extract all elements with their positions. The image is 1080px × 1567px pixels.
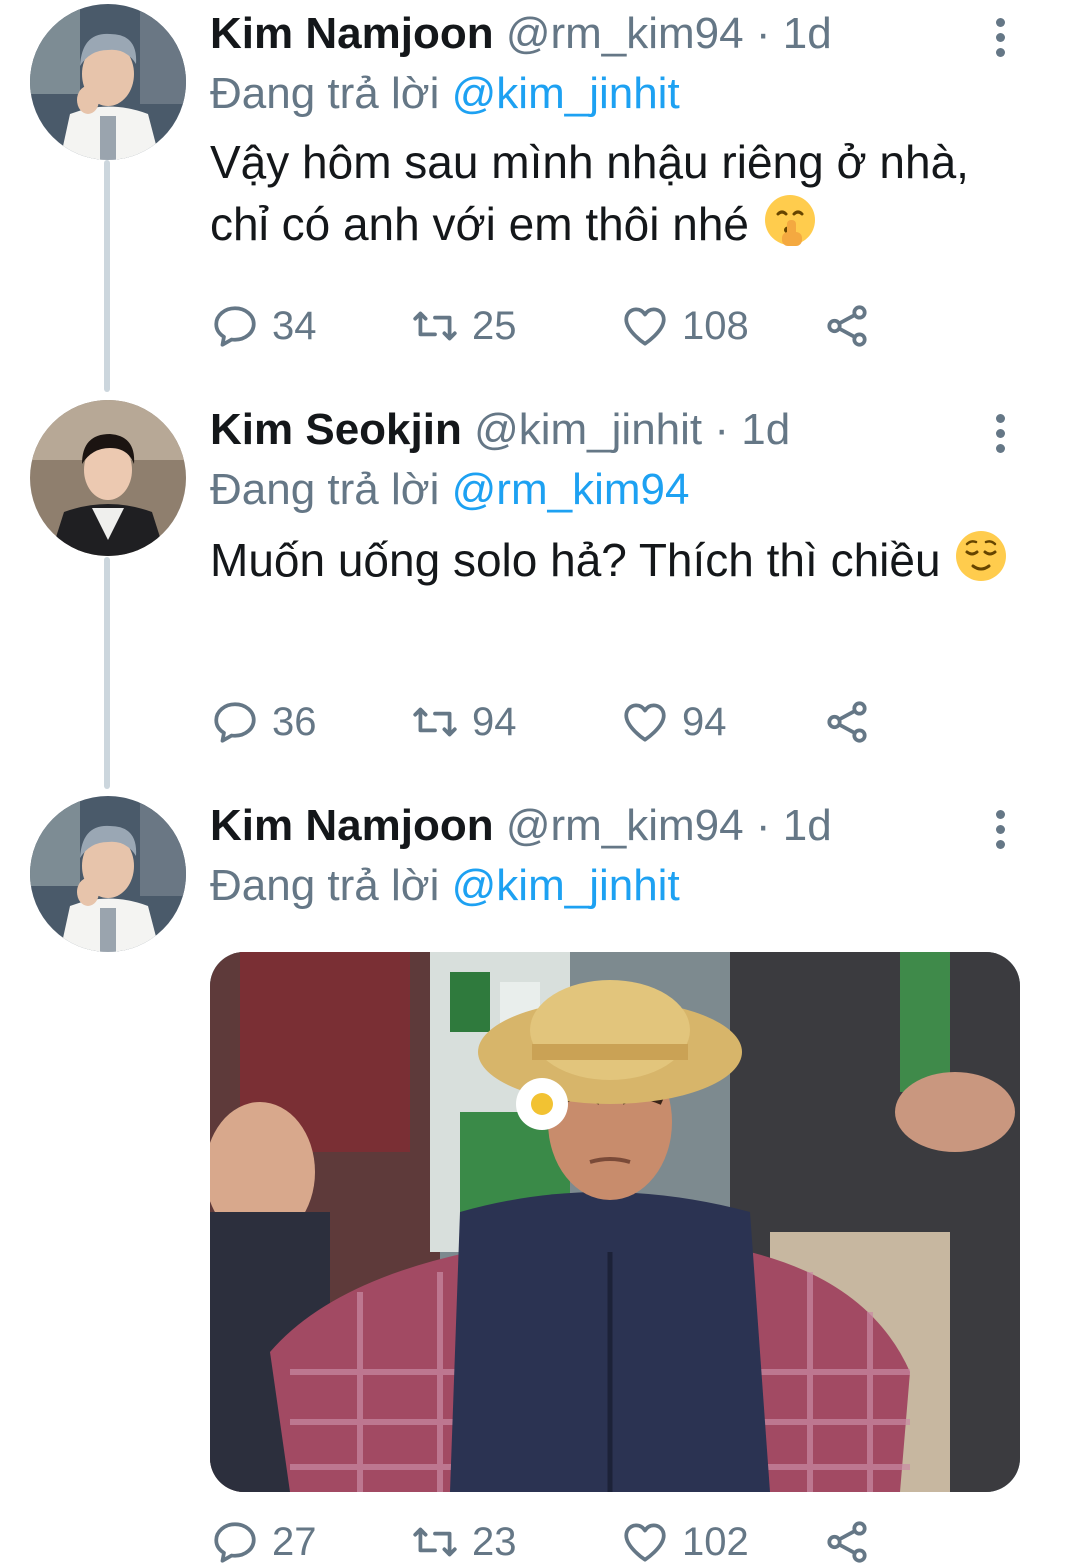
retweet-icon	[413, 707, 457, 737]
share-button[interactable]	[822, 1512, 884, 1567]
reply-count: 27	[272, 1519, 317, 1564]
share-icon	[827, 701, 867, 743]
tweet-text-body: Vậy hôm sau mình nhậu riêng ở nhà, chỉ c…	[210, 136, 969, 250]
tweet-header: Kim Seokjin @kim_jinhit · 1d	[210, 400, 1020, 460]
heart-icon	[624, 307, 666, 346]
reply-icon	[214, 306, 256, 347]
retweet-button[interactable]: 23	[410, 1512, 517, 1567]
tweet-time[interactable]: 1d	[783, 801, 832, 850]
like-button[interactable]: 102	[620, 1512, 749, 1567]
tweet[interactable]: Kim Seokjin @kim_jinhit · 1d Đang trả lờ…	[0, 400, 1080, 780]
retweet-count: 25	[472, 303, 517, 348]
reply-count: 34	[272, 303, 317, 348]
relieved-face-emoji	[956, 531, 1007, 581]
mention-link[interactable]: @kim_jinhit	[452, 69, 680, 118]
tweet-content: Kim Namjoon @rm_kim94 · 1d Đang trả lời …	[210, 796, 1020, 916]
like-button[interactable]: 108	[620, 296, 749, 356]
heart-icon	[624, 1523, 666, 1562]
avatar[interactable]	[30, 400, 186, 556]
like-count: 102	[682, 1519, 749, 1564]
avatar[interactable]	[30, 796, 186, 952]
author-name[interactable]: Kim Namjoon	[210, 9, 494, 58]
retweet-count: 94	[472, 699, 517, 744]
tweet-media-image[interactable]	[210, 952, 1020, 1492]
man-in-straw-hat-meme-photo	[210, 952, 1020, 1492]
tweet-header: Kim Namjoon @rm_kim94 · 1d	[210, 4, 1020, 64]
replying-to: Đang trả lời @rm_kim94	[210, 460, 1020, 520]
reply-button[interactable]: 27	[210, 1512, 317, 1567]
tweet-header: Kim Namjoon @rm_kim94 · 1d	[210, 796, 1020, 856]
tweet-time[interactable]: 1d	[783, 9, 832, 58]
tweet-actions: 36 94 94	[210, 692, 910, 752]
replying-to-label: Đang trả lời	[210, 69, 440, 118]
retweet-count: 23	[472, 1519, 517, 1564]
separator: ·	[755, 801, 771, 850]
heart-icon	[624, 703, 666, 742]
retweet-button[interactable]: 94	[410, 692, 517, 752]
retweet-button[interactable]: 25	[410, 296, 517, 356]
tweet-text: Vậy hôm sau mình nhậu riêng ở nhà, chỉ c…	[210, 132, 1030, 254]
author-handle[interactable]: @rm_kim94	[506, 9, 744, 58]
more-vertical-icon[interactable]	[992, 18, 1008, 58]
like-button[interactable]: 94	[620, 692, 727, 752]
shushing-face-emoji	[764, 195, 815, 246]
separator: ·	[714, 405, 730, 454]
tweet-content: Kim Namjoon @rm_kim94 · 1d Đang trả lời …	[210, 4, 1020, 254]
avatar-photo	[30, 400, 186, 556]
avatar[interactable]	[30, 4, 186, 160]
tweet-thread: Kim Namjoon @rm_kim94 · 1d Đang trả lời …	[0, 0, 1080, 1567]
share-icon	[827, 305, 867, 347]
author-handle[interactable]: @kim_jinhit	[474, 405, 702, 454]
replying-to: Đang trả lời @kim_jinhit	[210, 856, 1020, 916]
reply-count: 36	[272, 699, 317, 744]
mention-link[interactable]: @rm_kim94	[452, 465, 690, 514]
share-icon	[827, 1521, 867, 1563]
avatar-photo	[30, 4, 186, 160]
tweet[interactable]: Kim Namjoon @rm_kim94 · 1d Đang trả lời …	[0, 4, 1080, 384]
tweet-actions: 34 25 108	[210, 296, 910, 356]
mention-link[interactable]: @kim_jinhit	[452, 861, 680, 910]
like-count: 108	[682, 303, 749, 348]
author-name[interactable]: Kim Namjoon	[210, 801, 494, 850]
tweet-text-body: Muốn uống solo hả? Thích thì chiều	[210, 534, 941, 586]
like-count: 94	[682, 699, 727, 744]
reply-button[interactable]: 34	[210, 296, 317, 356]
retweet-icon	[413, 311, 457, 341]
more-vertical-icon[interactable]	[992, 810, 1008, 850]
reply-button[interactable]: 36	[210, 692, 317, 752]
share-button[interactable]	[822, 296, 884, 356]
separator: ·	[755, 9, 771, 58]
author-name[interactable]: Kim Seokjin	[210, 405, 462, 454]
retweet-icon	[413, 1527, 457, 1557]
replying-to-label: Đang trả lời	[210, 861, 440, 910]
tweet-time[interactable]: 1d	[741, 405, 790, 454]
more-vertical-icon[interactable]	[992, 414, 1008, 454]
replying-to-label: Đang trả lời	[210, 465, 440, 514]
reply-icon	[214, 702, 256, 743]
reply-icon	[214, 1522, 256, 1563]
tweet-content: Kim Seokjin @kim_jinhit · 1d Đang trả lờ…	[210, 400, 1020, 590]
author-handle[interactable]: @rm_kim94	[506, 801, 744, 850]
avatar-photo	[30, 796, 186, 952]
tweet-text: Muốn uống solo hả? Thích thì chiều	[210, 528, 1030, 590]
share-button[interactable]	[822, 692, 884, 752]
tweet-actions: 27 23 102	[210, 1512, 910, 1567]
replying-to: Đang trả lời @kim_jinhit	[210, 64, 1020, 124]
